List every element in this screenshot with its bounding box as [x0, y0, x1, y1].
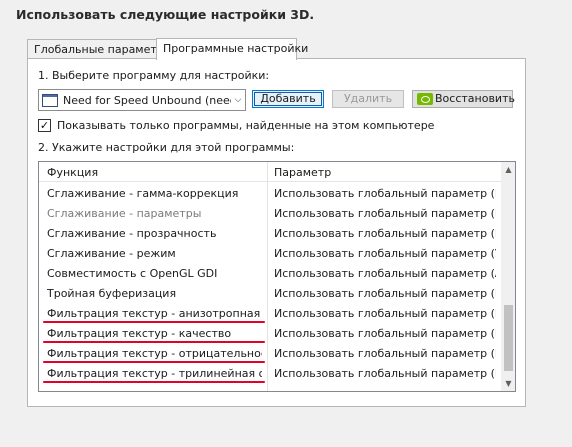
row-feature: Фильтрация текстур - трилинейная опт... — [47, 367, 262, 380]
app-window-icon — [42, 93, 58, 107]
row-parameter[interactable]: Использовать глобальный параметр (В... — [274, 307, 496, 320]
row-parameter[interactable]: Использовать глобальный параметр (В... — [274, 207, 496, 220]
row-feature: Сглаживание - прозрачность — [47, 227, 217, 240]
row-parameter[interactable]: Использовать глобальный параметр (У... — [274, 247, 496, 260]
red-underline-annotation — [43, 381, 265, 383]
column-header-feature[interactable]: Функция — [47, 166, 98, 179]
row-feature: Фильтрация текстур - анизотропная оп... — [47, 307, 262, 320]
vertical-scrollbar[interactable]: ▲ ▼ — [501, 162, 515, 391]
row-parameter[interactable]: Использовать глобальный параметр (Вкл) — [274, 187, 496, 200]
table-row[interactable]: Фильтрация текстур - анизотропная оп... И… — [39, 304, 501, 324]
table-header: Функция Параметр — [39, 162, 501, 182]
tab-program-settings[interactable]: Программные настройки — [156, 38, 308, 60]
table-row[interactable]: Сглаживание - гамма-коррекция Использоват… — [39, 184, 501, 204]
row-feature: Фильтрация текстур - качество — [47, 327, 232, 340]
red-underline-annotation — [43, 321, 265, 323]
program-select-value: Need for Speed Unbound (need... — [63, 93, 231, 107]
row-feature: Сглаживание - режим — [47, 247, 176, 260]
column-header-parameter[interactable]: Параметр — [274, 166, 331, 179]
scroll-down-icon[interactable]: ▼ — [501, 376, 515, 391]
step2-label: 2. Укажите настройки для этой программы: — [38, 141, 295, 154]
row-parameter[interactable]: Использовать глобальный параметр (К... — [274, 327, 496, 340]
chevron-down-icon: ⌵ — [234, 95, 242, 105]
table-row[interactable]: Фильтрация текстур - трилинейная опт... И… — [39, 364, 501, 384]
restore-button[interactable]: Восстановить — [412, 90, 515, 108]
add-button[interactable]: Добавить — [252, 90, 324, 108]
table-row[interactable]: Фильтрация текстур - качество Использоват… — [39, 324, 501, 344]
table-row[interactable]: Сглаживание - режим Использовать глобальн… — [39, 244, 501, 264]
scroll-up-icon[interactable]: ▲ — [501, 162, 515, 177]
table-row[interactable]: Сглаживание - прозрачность Использовать г… — [39, 224, 501, 244]
red-underline-annotation — [43, 361, 265, 363]
restore-button-label: Восстановить — [435, 92, 515, 105]
section-heading: Использовать следующие настройки 3D. — [16, 7, 315, 22]
table-row[interactable]: Тройная буферизация Использовать глобальн… — [39, 284, 501, 304]
scrollbar-thumb[interactable] — [504, 305, 513, 371]
table-row[interactable]: Фильтрация текстур - отрицательное о... И… — [39, 344, 501, 364]
program-settings-panel: 1. Выберите программу для настройки: Nee… — [27, 58, 526, 407]
table-row[interactable]: Сглаживание - параметры Использовать глоб… — [39, 204, 501, 224]
row-parameter[interactable]: Использовать глобальный параметр (В... — [274, 367, 496, 380]
table-row[interactable]: Совместимость с OpenGL GDI Использовать г… — [39, 264, 501, 284]
show-only-found-checkbox[interactable]: ✓ — [38, 119, 51, 132]
row-feature: Совместимость с OpenGL GDI — [47, 267, 218, 280]
row-feature: Сглаживание - гамма-коррекция — [47, 187, 239, 200]
settings-table: Функция Параметр Сглаживание - гамма-кор… — [38, 161, 516, 392]
nvidia-logo-icon — [417, 93, 433, 105]
tab-global-settings[interactable]: Глобальные параметры — [27, 39, 172, 59]
row-feature: Сглаживание - параметры — [47, 207, 202, 220]
step1-label: 1. Выберите программу для настройки: — [38, 69, 270, 82]
remove-button[interactable]: Удалить — [332, 90, 404, 108]
red-underline-annotation — [43, 341, 265, 343]
program-select[interactable]: Need for Speed Unbound (need... ⌵ — [38, 89, 246, 111]
row-parameter[interactable]: Использовать глобальный параметр (В... — [274, 227, 496, 240]
row-feature: Тройная буферизация — [47, 287, 177, 300]
row-parameter[interactable]: Использовать глобальный параметр (П... — [274, 347, 496, 360]
show-only-found-label[interactable]: Показывать только программы, найденные н… — [57, 119, 434, 132]
row-parameter[interactable]: Использовать глобальный параметр (А... — [274, 267, 496, 280]
row-feature: Фильтрация текстур - отрицательное о... — [47, 347, 262, 360]
row-parameter[interactable]: Использовать глобальный параметр (В... — [274, 287, 496, 300]
